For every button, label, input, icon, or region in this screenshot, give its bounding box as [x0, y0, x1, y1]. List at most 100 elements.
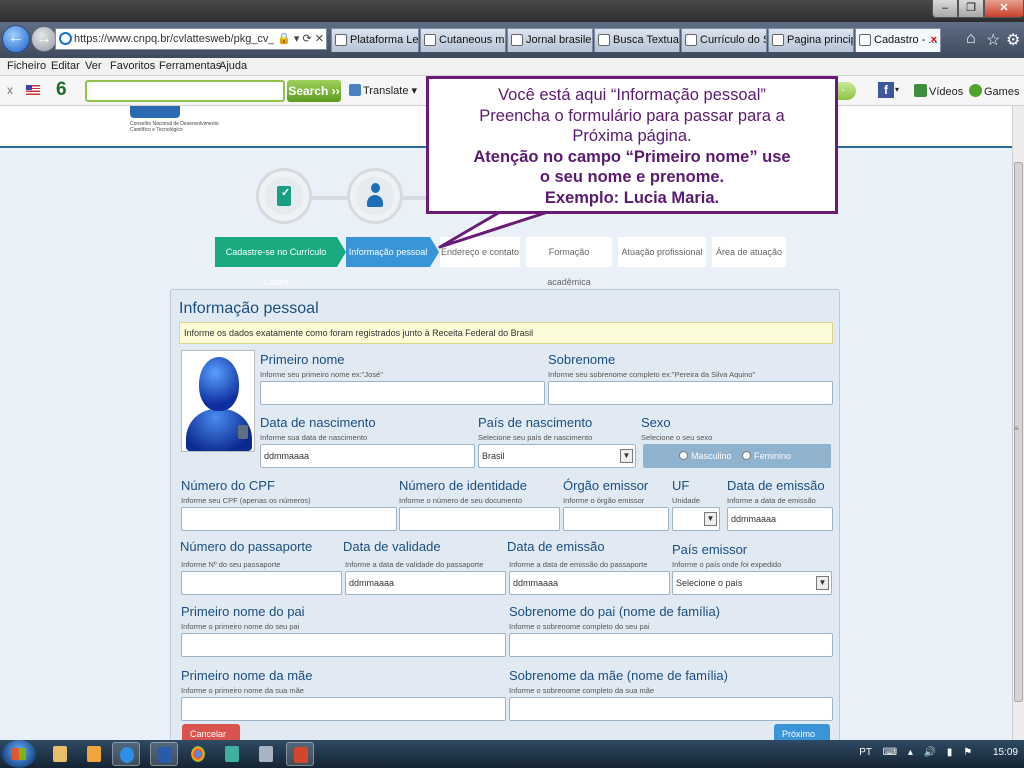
validity-hint: Informe a data de validade do passaporte: [345, 560, 484, 569]
facebook-dropdown-icon[interactable]: ▾: [895, 85, 899, 94]
menu-ferramentas[interactable]: Ferramentas: [159, 60, 221, 72]
issue-date-hint: Informe a data de emissão: [727, 496, 816, 505]
step-atuacao[interactable]: Atuação profissional: [618, 237, 706, 267]
passport-issue-input[interactable]: ddmmaaaa: [509, 571, 670, 595]
taskbar-explorer[interactable]: [46, 742, 74, 766]
step-area[interactable]: Área de atuação: [712, 237, 786, 267]
step-cadastre-se[interactable]: Cadastre-se no Currículo Lattes: [215, 237, 337, 287]
id-number-input[interactable]: [399, 507, 560, 531]
chevron-down-icon[interactable]: ▼: [620, 449, 633, 463]
taskbar-app[interactable]: [218, 742, 246, 766]
step-cadastro-circle: ✓: [256, 168, 312, 224]
birth-date-label: Data de nascimento: [260, 415, 376, 430]
menu-ficheiro[interactable]: Ficheiro: [7, 60, 46, 72]
menu-favoritos[interactable]: Favoritos: [110, 60, 155, 72]
windows-taskbar: PT ⌨ ▴ 🔊 ▮ ⚑ 15:09: [0, 740, 1024, 768]
issue-date-input[interactable]: ddmmaaaa: [727, 507, 833, 531]
surname-input[interactable]: [548, 381, 833, 405]
close-toolbar-icon[interactable]: x: [7, 83, 13, 97]
forward-button[interactable]: →: [31, 26, 57, 52]
form-title: Informação pessoal: [179, 300, 319, 317]
tab-cutaneous[interactable]: Cutaneous ma...: [420, 28, 506, 52]
next-button[interactable]: Próximo: [774, 724, 830, 740]
translate-icon: [349, 84, 361, 96]
taskbar-device[interactable]: [252, 742, 280, 766]
father-first-input[interactable]: [181, 633, 506, 657]
check-icon: ✓: [281, 187, 291, 199]
profile-photo[interactable]: [181, 350, 255, 452]
menu-editar[interactable]: Editar: [51, 60, 80, 72]
minimize-button[interactable]: –: [932, 0, 958, 18]
first-name-label: Primeiro nome: [260, 352, 345, 367]
tools-gear-icon[interactable]: ⚙: [1006, 30, 1020, 50]
mother-first-input[interactable]: [181, 697, 506, 721]
menu-ajuda[interactable]: Ajuda: [219, 60, 247, 72]
step-informacao-pessoal[interactable]: Informação pessoal: [346, 237, 430, 267]
back-button[interactable]: ←: [2, 25, 30, 53]
us-flag-icon[interactable]: [26, 85, 40, 95]
flag-icon[interactable]: ⚑: [963, 747, 972, 758]
volume-icon[interactable]: 🔊: [924, 747, 936, 758]
videos-button[interactable]: Vídeos: [914, 84, 963, 98]
edit-photo-icon[interactable]: [238, 425, 248, 439]
games-button[interactable]: Games: [969, 84, 1019, 98]
surname-label: Sobrenome: [548, 352, 616, 367]
translate-button[interactable]: Translate ▾: [349, 84, 417, 97]
radio-female[interactable]: [742, 451, 752, 460]
first-name-hint: Informe seu primeiro nome ex:"José": [260, 370, 383, 379]
tab-close-icon[interactable]: ×: [931, 29, 937, 51]
tab-curriculo[interactable]: Currículo do Si...: [681, 28, 767, 52]
uf-select[interactable]: ▼: [672, 507, 720, 531]
radio-male[interactable]: [679, 451, 688, 460]
taskbar-powerpoint[interactable]: [286, 742, 314, 766]
mother-first-hint: Informe o primeiro nome da sua mãe: [181, 686, 304, 695]
page-scrollbar[interactable]: ≡: [1012, 106, 1024, 740]
toolbar-search-input[interactable]: [85, 80, 285, 102]
step-formacao[interactable]: Formação acadêmica: [526, 237, 612, 287]
sex-male-option[interactable]: Masculino: [679, 451, 732, 461]
taskbar-ie[interactable]: [112, 742, 140, 766]
mother-surname-input[interactable]: [509, 697, 833, 721]
home-icon[interactable]: ⌂: [966, 30, 976, 48]
birth-country-select[interactable]: Brasil ▼: [478, 444, 636, 468]
network-icon[interactable]: ▮: [947, 747, 953, 758]
birth-date-input[interactable]: ddmmaaaa: [260, 444, 475, 468]
id-number-label: Número de identidade: [399, 478, 527, 493]
tab-pagina-principal[interactable]: Pagina princip...: [768, 28, 854, 52]
passport-input[interactable]: [181, 571, 342, 595]
cnpq-logo[interactable]: [130, 106, 180, 118]
clock[interactable]: 15:09: [993, 747, 1018, 758]
maximize-button[interactable]: ❐: [958, 0, 984, 18]
taskbar-word[interactable]: [150, 742, 178, 766]
chevron-down-icon[interactable]: ▼: [704, 512, 717, 526]
issuing-country-select[interactable]: Selecione o país ▼: [672, 571, 832, 595]
tab-cadastro[interactable]: Cadastro - ... ×: [855, 28, 941, 52]
url-bar[interactable]: https://www.cnpq.br/cvlattesweb/pkg_cv_e…: [55, 28, 327, 50]
tab-favicon-icon: [511, 34, 523, 46]
taskbar-media[interactable]: [80, 742, 108, 766]
cancel-button[interactable]: Cancelar: [182, 724, 240, 740]
taskbar-chrome[interactable]: [184, 742, 212, 766]
facebook-icon[interactable]: f: [878, 82, 894, 98]
sex-female-option[interactable]: Feminino: [742, 451, 791, 461]
tab-busca-textual[interactable]: Busca Textual ...: [594, 28, 680, 52]
step-endereco[interactable]: Endereço e contato: [440, 237, 520, 267]
close-window-button[interactable]: ✕: [984, 0, 1024, 18]
issuer-input[interactable]: [563, 507, 669, 531]
chevron-down-icon[interactable]: ▼: [816, 576, 829, 590]
tab-plataforma-lattes[interactable]: Plataforma Let...: [331, 28, 419, 52]
toolbar-logo-icon[interactable]: 6: [56, 79, 67, 101]
tray-expand-icon[interactable]: ▴: [908, 747, 913, 758]
toolbar-search-button[interactable]: Search ››: [287, 80, 341, 102]
cpf-input[interactable]: [181, 507, 397, 531]
first-name-input[interactable]: [260, 381, 545, 405]
tab-jornal[interactable]: Jornal brasileir...: [507, 28, 593, 52]
menu-ver[interactable]: Ver: [85, 60, 102, 72]
father-surname-input[interactable]: [509, 633, 833, 657]
favorites-star-icon[interactable]: ☆: [986, 30, 1000, 50]
validity-input[interactable]: ddmmaaaa: [345, 571, 506, 595]
language-indicator[interactable]: PT: [859, 747, 872, 758]
url-controls[interactable]: 🔒 ▾ ⟳ ✕: [274, 29, 324, 49]
keyboard-icon[interactable]: ⌨: [883, 747, 897, 758]
start-button[interactable]: [2, 740, 36, 768]
